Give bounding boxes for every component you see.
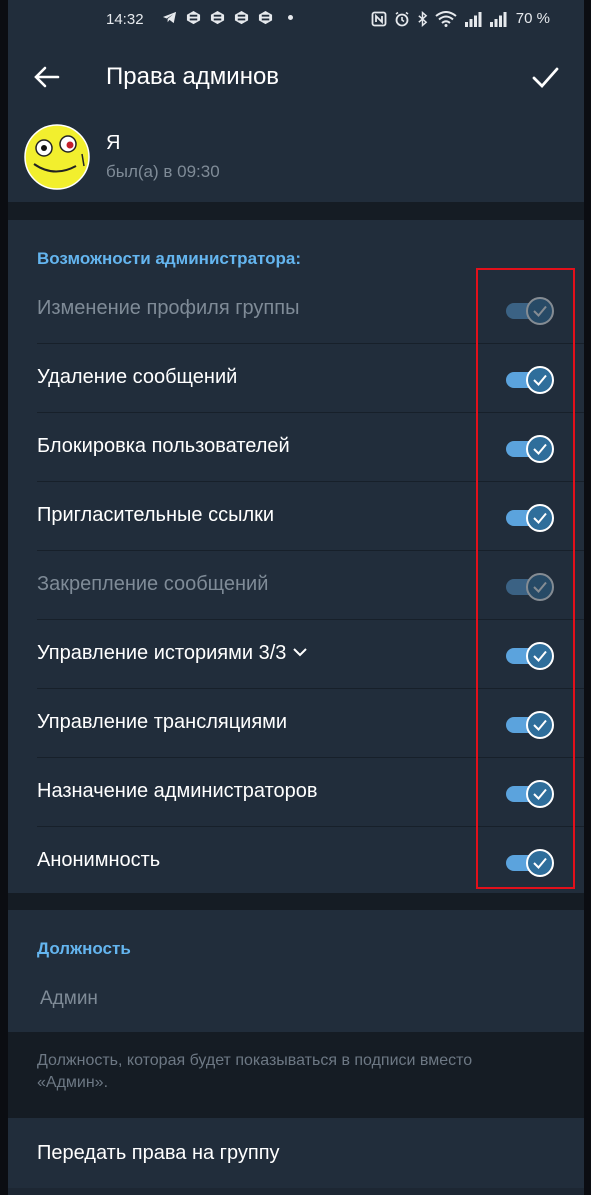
- hint-band: Должность, которая будет показываться в …: [8, 1032, 584, 1118]
- notification-icons: [162, 10, 293, 25]
- arrow-left-icon[interactable]: [32, 62, 62, 92]
- right-label: Блокировка пользователей: [37, 435, 290, 457]
- bluetooth-icon: [418, 10, 428, 27]
- user-row[interactable]: Я был(а) в 09:30: [8, 114, 584, 202]
- right-label: Пригласительные ссылки: [37, 504, 275, 526]
- section-header: Возможности администратора:: [37, 249, 302, 268]
- signal-icon: [489, 11, 507, 27]
- avatar: [24, 124, 90, 190]
- screen: 14:32 70 % Права админов Я был(а) в 09:3…: [8, 0, 584, 1195]
- more-notifications-dot: [288, 15, 293, 20]
- custom-title-section: Должность Админ: [8, 910, 584, 1032]
- right-label: Управление историями 3/3: [37, 642, 308, 665]
- system-icons: 70 %: [371, 10, 550, 27]
- chevron-down-icon[interactable]: [292, 647, 308, 657]
- right-label: Изменение профиля группы: [37, 297, 300, 319]
- app-icon: [186, 10, 201, 25]
- app-bar: Права админов: [8, 40, 584, 114]
- transfer-ownership-label: Передать права на группу: [37, 1142, 280, 1164]
- app-icon: [210, 10, 225, 25]
- section-divider: [8, 893, 584, 910]
- user-name: Я: [106, 132, 121, 154]
- nfc-icon: [371, 11, 387, 26]
- right-label: Закрепление сообщений: [37, 573, 269, 595]
- checkmark-icon[interactable]: [530, 62, 560, 92]
- user-last-seen: был(а) в 09:30: [106, 162, 220, 181]
- status-bar: 14:32 70 %: [8, 0, 584, 40]
- right-label: Удаление сообщений: [37, 366, 238, 388]
- highlight-frame: [476, 268, 575, 889]
- right-label: Назначение администраторов: [37, 780, 318, 802]
- page-title: Права админов: [106, 63, 280, 90]
- section-divider: [8, 202, 584, 220]
- wifi-icon: [435, 10, 457, 27]
- right-label-text: Управление историями 3/3: [37, 642, 287, 664]
- telegram-icon: [162, 11, 177, 24]
- custom-title-hint: Должность, которая будет показываться в …: [37, 1052, 473, 1091]
- app-icon: [234, 10, 249, 25]
- transfer-ownership-button[interactable]: Передать права на группу: [8, 1118, 584, 1188]
- app-icon: [258, 10, 273, 25]
- right-label: Анонимность: [37, 849, 161, 871]
- status-time: 14:32: [106, 11, 144, 28]
- signal-icon: [464, 11, 482, 27]
- right-label: Управление трансляциями: [37, 711, 288, 733]
- alarm-icon: [395, 11, 409, 26]
- custom-title-input[interactable]: Админ: [40, 988, 98, 1010]
- battery-level: 70 %: [515, 10, 550, 27]
- section-header: Должность: [37, 939, 131, 958]
